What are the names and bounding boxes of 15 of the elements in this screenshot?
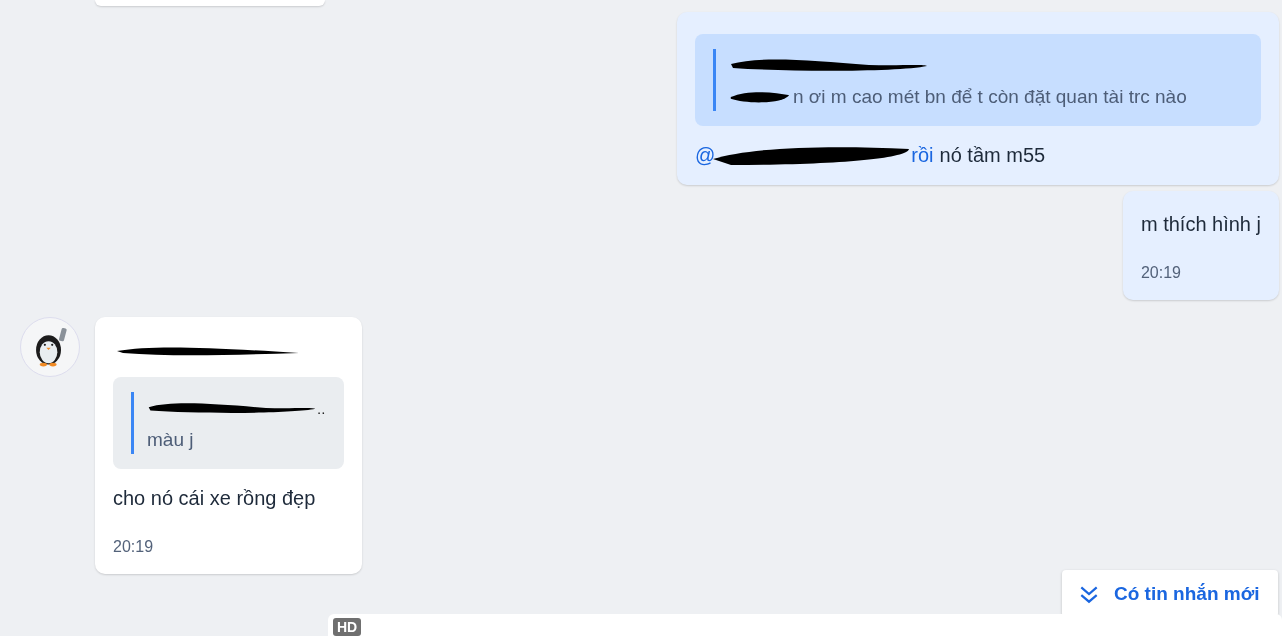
quoted-text: n ơi m cao mét bn để t còn đặt quan tài trc nào bbox=[793, 86, 1187, 108]
message-text: m thích hình j bbox=[1140, 213, 1261, 236]
mention-link[interactable]: @ bbox=[695, 144, 716, 167]
quoted-message[interactable]: n ơi m cao mét bn để t còn đặt quan tài trc nào bbox=[695, 34, 1261, 126]
redaction-mark bbox=[729, 89, 791, 105]
message-time: 20:19 bbox=[1140, 264, 1182, 282]
message-time: 20:19 bbox=[113, 538, 155, 556]
message-text: nó tầm m55 bbox=[939, 144, 1046, 167]
new-messages-button[interactable]: Có tin nhắn mới bbox=[1062, 570, 1278, 617]
hd-badge: HD bbox=[333, 618, 362, 636]
quoted-message[interactable]: .. màu j bbox=[113, 377, 344, 469]
message-text: cho nó cái xe rồng đẹp bbox=[113, 487, 316, 510]
quoted-text: màu j bbox=[147, 429, 194, 451]
mention-link[interactable]: rồi bbox=[911, 144, 934, 167]
quote-author: .. bbox=[317, 399, 326, 417]
